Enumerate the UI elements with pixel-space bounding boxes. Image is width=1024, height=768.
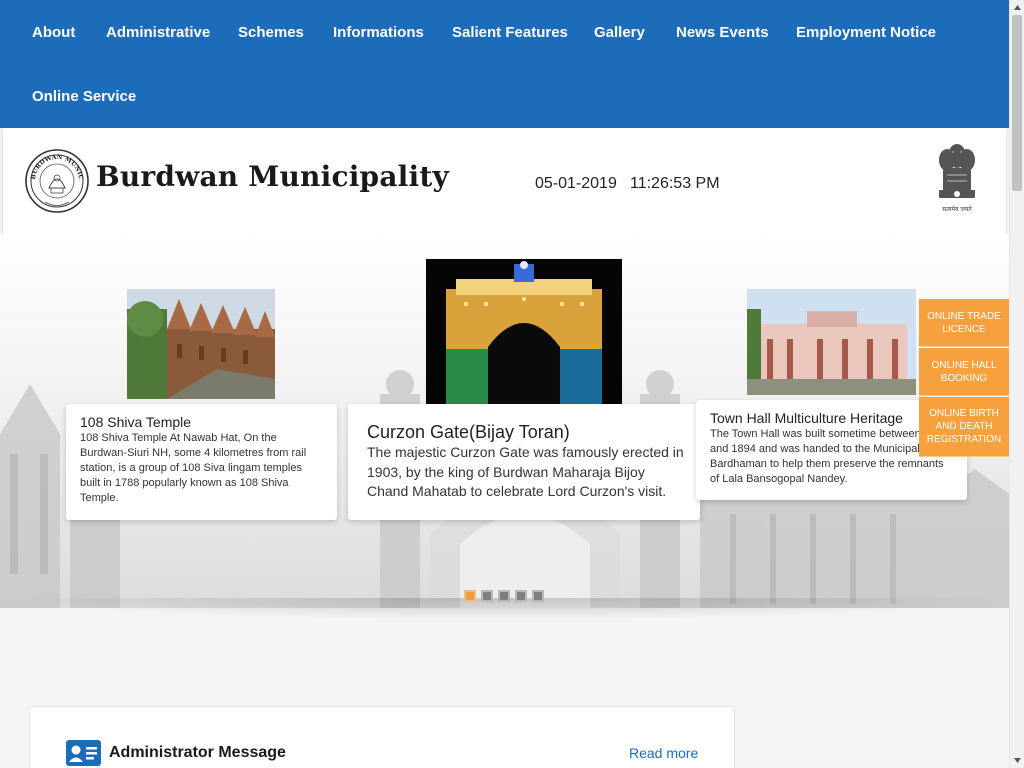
main-navigation: About Administrative Schemes Information… [0, 0, 1009, 128]
slide-card-curzon-gate[interactable]: Curzon Gate(Bijay Toran) The majestic Cu… [348, 404, 700, 520]
nav-item-administrative[interactable]: Administrative [106, 24, 210, 41]
carousel-dot-1[interactable] [464, 590, 476, 602]
town-hall-photo [747, 289, 916, 395]
administrator-message-panel: Administrator Message Read more [29, 706, 735, 768]
nav-item-informations[interactable]: Informations [333, 24, 424, 41]
municipality-seal-logo[interactable]: BURDWAN MUNICIPALITY [25, 146, 89, 216]
shiva-temple-photo [127, 289, 275, 399]
svg-text:सत्यमेव जयते: सत्यमेव जयते [942, 205, 972, 213]
scroll-up-arrow-icon[interactable] [1010, 0, 1024, 15]
read-more-link[interactable]: Read more [629, 745, 698, 761]
online-hall-booking-button[interactable]: ONLINE HALL BOOKING [919, 348, 1009, 396]
online-birth-death-registration-button[interactable]: ONLINE BIRTH AND DEATH REGISTRATION [919, 397, 1009, 457]
slide-title: 108 Shiva Temple [80, 414, 192, 430]
administrator-message-title: Administrator Message [109, 744, 286, 761]
carousel-dot-4[interactable] [515, 590, 527, 602]
scrollbar-thumb[interactable] [1012, 15, 1022, 191]
carousel-dot-2[interactable] [481, 590, 493, 602]
slide-title: Town Hall Multiculture Heritage [710, 410, 903, 426]
nav-item-news-events[interactable]: News Events [676, 24, 769, 41]
slide-description: 108 Shiva Temple At Nawab Hat, On the Bu… [80, 432, 307, 504]
nav-item-schemes[interactable]: Schemes [238, 24, 304, 41]
nav-item-online-service[interactable]: Online Service [32, 88, 136, 105]
nav-item-gallery[interactable]: Gallery [594, 24, 645, 41]
id-card-icon [66, 740, 101, 766]
current-date: 05-01-2019 [535, 175, 617, 192]
online-trade-licence-button[interactable]: ONLINE TRADE LICENCE [919, 299, 1009, 347]
slide-description: The majestic Curzon Gate was famously er… [367, 444, 684, 499]
nav-item-salient-features[interactable]: Salient Features [452, 24, 568, 41]
scroll-down-arrow-icon[interactable] [1010, 753, 1024, 768]
carousel-dot-3[interactable] [498, 590, 510, 602]
current-time: 11:26:53 PM [630, 175, 720, 192]
site-title: Burdwan Municipality [96, 160, 449, 193]
nav-item-employment-notice[interactable]: Employment Notice [796, 24, 936, 41]
site-header: BURDWAN MUNICIPALITY Burdwan Municipalit… [3, 128, 1006, 234]
page-scrollbar[interactable] [1009, 0, 1024, 768]
slide-card-shiva-temple[interactable]: 108 Shiva Temple 108 Shiva Temple At Naw… [66, 404, 337, 520]
carousel-dot-5[interactable] [532, 590, 544, 602]
slide-title: Curzon Gate(Bijay Toran) [367, 422, 570, 442]
nav-item-about[interactable]: About [32, 24, 75, 41]
curzon-gate-photo [426, 259, 622, 404]
national-emblem-icon: सत्यमेव जयते [939, 144, 975, 213]
